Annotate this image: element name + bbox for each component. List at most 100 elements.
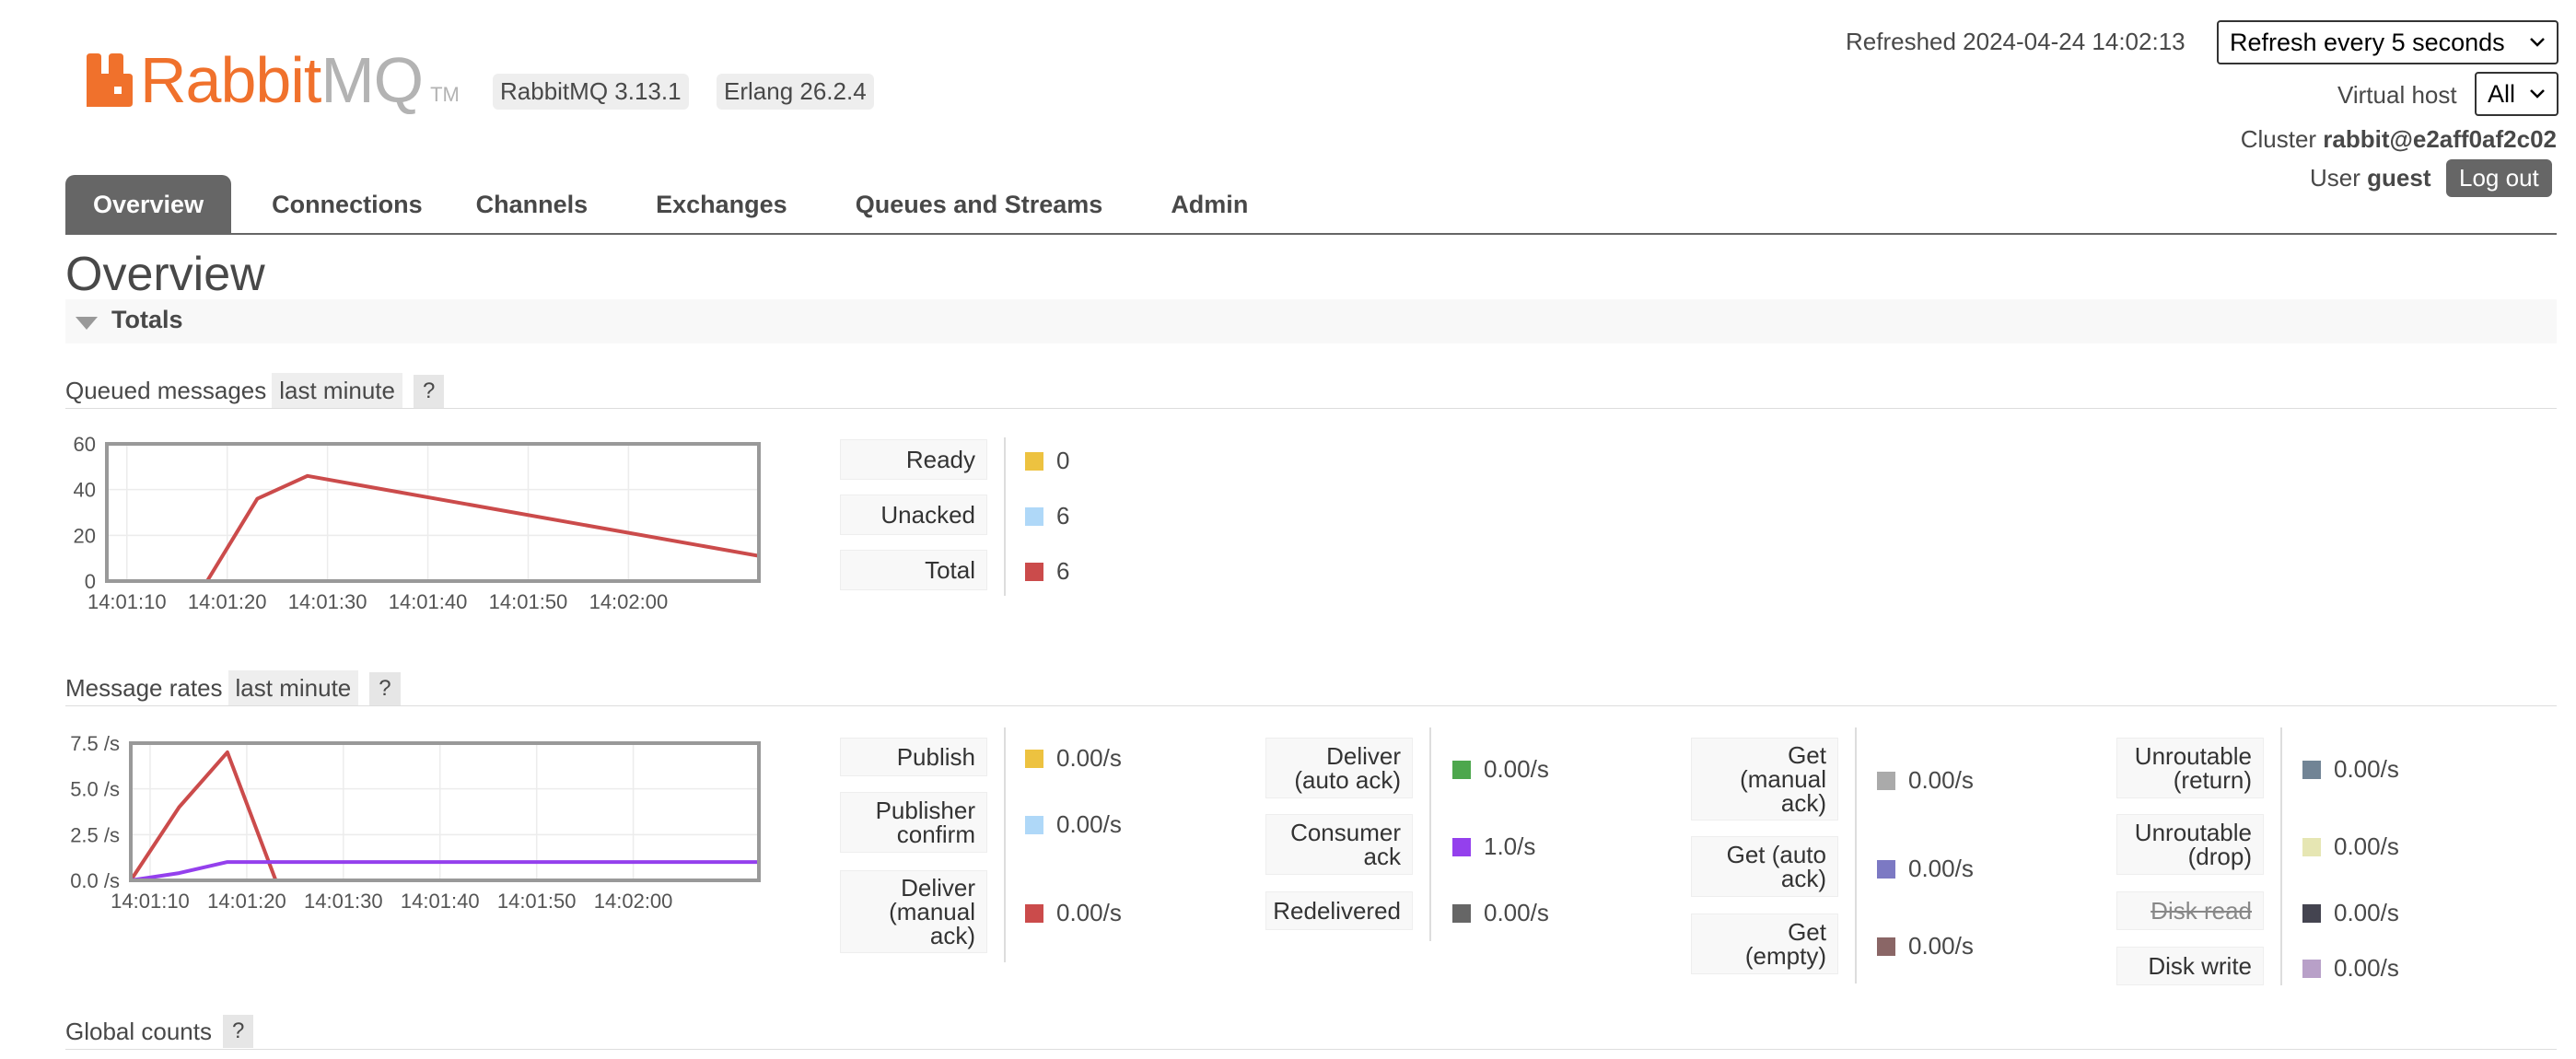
x-tick-label: 14:01:40 <box>389 590 468 613</box>
legend-unacked: Unacked <box>840 495 987 535</box>
value-publish: 0.00/s <box>1025 744 1122 773</box>
unroutable-drop-value: 0.00/s <box>2334 832 2399 860</box>
erlang-version-badge: Erlang 26.2.4 <box>717 74 874 110</box>
user-info: User guest <box>2310 164 2430 192</box>
unroutable-return-color-swatch <box>2302 760 2321 779</box>
y-tick-label: 5.0 /s <box>70 778 120 801</box>
legend-ready: Ready <box>840 439 987 480</box>
queued-range-selector[interactable]: last minute <box>272 373 402 409</box>
disk-read-label: Disk read <box>2151 897 2252 925</box>
value-disk-read: 0.00/s <box>2302 899 2399 927</box>
get-manual-ack-value: 0.00/s <box>1908 766 1974 794</box>
totals-section-header[interactable] <box>65 299 2557 343</box>
y-tick-label: 7.5 /s <box>70 732 120 755</box>
publisher-confirm-value: 0.00/s <box>1056 810 1122 838</box>
virtual-host-label: Virtual host <box>2337 81 2457 109</box>
refresh-interval-select[interactable]: Refresh every 5 seconds <box>2217 20 2559 64</box>
rates-range-selector[interactable]: last minute <box>227 670 359 706</box>
tab-admin[interactable]: Admin <box>1130 175 1276 234</box>
tab-channels[interactable]: Channels <box>450 175 616 234</box>
legend-publisher-confirm: Publisher confirm <box>840 792 987 853</box>
cluster-info: Cluster rabbit@e2aff0af2c02 <box>2210 125 2557 154</box>
value-consumer-ack: 1.0/s <box>1452 832 1535 861</box>
unroutable-drop-label: Unroutable (drop) <box>2134 819 2252 870</box>
chevron-down-icon <box>2530 38 2545 47</box>
legend-unroutable-return: Unroutable (return) <box>2116 738 2264 798</box>
cluster-value: rabbit@e2aff0af2c02 <box>2323 125 2557 153</box>
virtual-host-select[interactable]: All <box>2475 72 2559 116</box>
rabbitmq-logo[interactable]: Rabbit MQ TM <box>85 39 460 112</box>
legend-divider <box>1429 727 1431 941</box>
divider <box>65 408 2557 409</box>
value-deliver-auto-ack: 0.00/s <box>1452 755 1549 784</box>
value-unacked: 6 <box>1025 502 1069 530</box>
legend-total: Total <box>840 550 987 590</box>
value-disk-write: 0.00/s <box>2302 954 2399 983</box>
message-rates-chart: 0.0 /s2.5 /s5.0 /s7.5 /s14:01:10 14:01:20… <box>70 732 761 910</box>
plot-frame <box>105 442 761 583</box>
queued-messages-chart: 020406014:01:10 14:01:20 14:01:30 14:01:40 1… <box>74 433 761 613</box>
publisher-confirm-color-swatch <box>1025 815 1043 834</box>
x-tick-label: 14:01:30 <box>304 890 383 910</box>
global-counts-help-button[interactable]: ? <box>222 1015 254 1048</box>
publish-color-swatch <box>1025 749 1043 768</box>
tab-queues-and-streams[interactable]: Queues and Streams <box>815 175 1131 234</box>
user-label: User <box>2310 164 2360 192</box>
consumer-ack-label: Consumer ack <box>1290 819 1401 870</box>
x-tick-label: 14:01:20 <box>207 890 286 910</box>
chevron-down-icon <box>2530 89 2545 99</box>
get-empty-color-swatch <box>1877 937 1895 956</box>
y-tick-label: 2.5 /s <box>70 823 120 846</box>
global-counts-title: Global counts <box>65 1017 212 1045</box>
totals-label[interactable]: Totals <box>111 306 183 334</box>
logout-button[interactable]: Log out <box>2446 159 2552 197</box>
logo-mq-text: MQ <box>321 44 424 116</box>
plot-frame <box>129 741 761 882</box>
divider <box>65 1049 2557 1050</box>
cluster-label: Cluster <box>2240 125 2317 153</box>
series-line-total <box>107 473 760 583</box>
unacked-value: 6 <box>1056 502 1070 530</box>
publisher-confirm-label: Publisher confirm <box>875 797 975 848</box>
x-tick-label: 14:01:20 <box>188 590 267 613</box>
tab-exchanges[interactable]: Exchanges <box>615 175 815 234</box>
legend-deliver-manual-ack: Deliver (manual ack) <box>840 870 987 953</box>
disk-read-value: 0.00/s <box>2334 899 2399 926</box>
legend-divider <box>1004 437 1006 596</box>
legend-unroutable-drop: Unroutable (drop) <box>2116 814 2264 875</box>
value-unroutable-return: 0.00/s <box>2302 755 2399 784</box>
x-tick-label: 14:01:30 <box>288 590 367 613</box>
legend-get-empty: Get (empty) <box>1691 914 1838 974</box>
x-tick-label: 14:02:00 <box>589 590 669 613</box>
rates-help-button[interactable]: ? <box>369 671 401 705</box>
value-get-auto-ack: 0.00/s <box>1877 855 1974 883</box>
x-tick-label: 14:01:50 <box>497 890 577 910</box>
redelivered-value: 0.00/s <box>1484 899 1549 926</box>
value-unroutable-drop: 0.00/s <box>2302 832 2399 861</box>
consumer-ack-value: 1.0/s <box>1484 832 1536 860</box>
legend-consumer-ack: Consumer ack <box>1265 814 1413 875</box>
unroutable-return-label: Unroutable (return) <box>2134 742 2252 794</box>
legend-divider <box>1855 727 1857 983</box>
main-nav-tabs: Overview Connections Channels Exchanges … <box>65 175 1276 234</box>
value-deliver-manual-ack: 0.00/s <box>1025 899 1122 927</box>
x-tick-label: 14:01:10 <box>87 590 167 613</box>
deliver-auto-ack-label: Deliver (auto ack) <box>1294 742 1401 794</box>
unacked-color-swatch <box>1025 506 1043 526</box>
disk-write-color-swatch <box>2302 959 2321 978</box>
value-total: 6 <box>1025 557 1069 586</box>
value-get-empty: 0.00/s <box>1877 932 1974 960</box>
x-tick-label: 14:01:10 <box>111 890 190 910</box>
refresh-interval-value: Refresh every 5 seconds <box>2230 28 2505 56</box>
disk-write-value: 0.00/s <box>2334 954 2399 982</box>
queued-help-button[interactable]: ? <box>413 374 445 408</box>
collapse-triangle-icon[interactable] <box>76 317 98 330</box>
page-title: Overview <box>65 248 265 301</box>
unroutable-return-value: 0.00/s <box>2334 755 2399 783</box>
tab-connections[interactable]: Connections <box>231 175 450 234</box>
tab-overview[interactable]: Overview <box>65 175 232 234</box>
y-tick-label: 40 <box>74 479 96 502</box>
total-value: 6 <box>1056 557 1070 585</box>
rabbitmq-version-badge: RabbitMQ 3.13.1 <box>493 74 689 110</box>
legend-get-manual-ack: Get (manual ack) <box>1691 738 1838 820</box>
